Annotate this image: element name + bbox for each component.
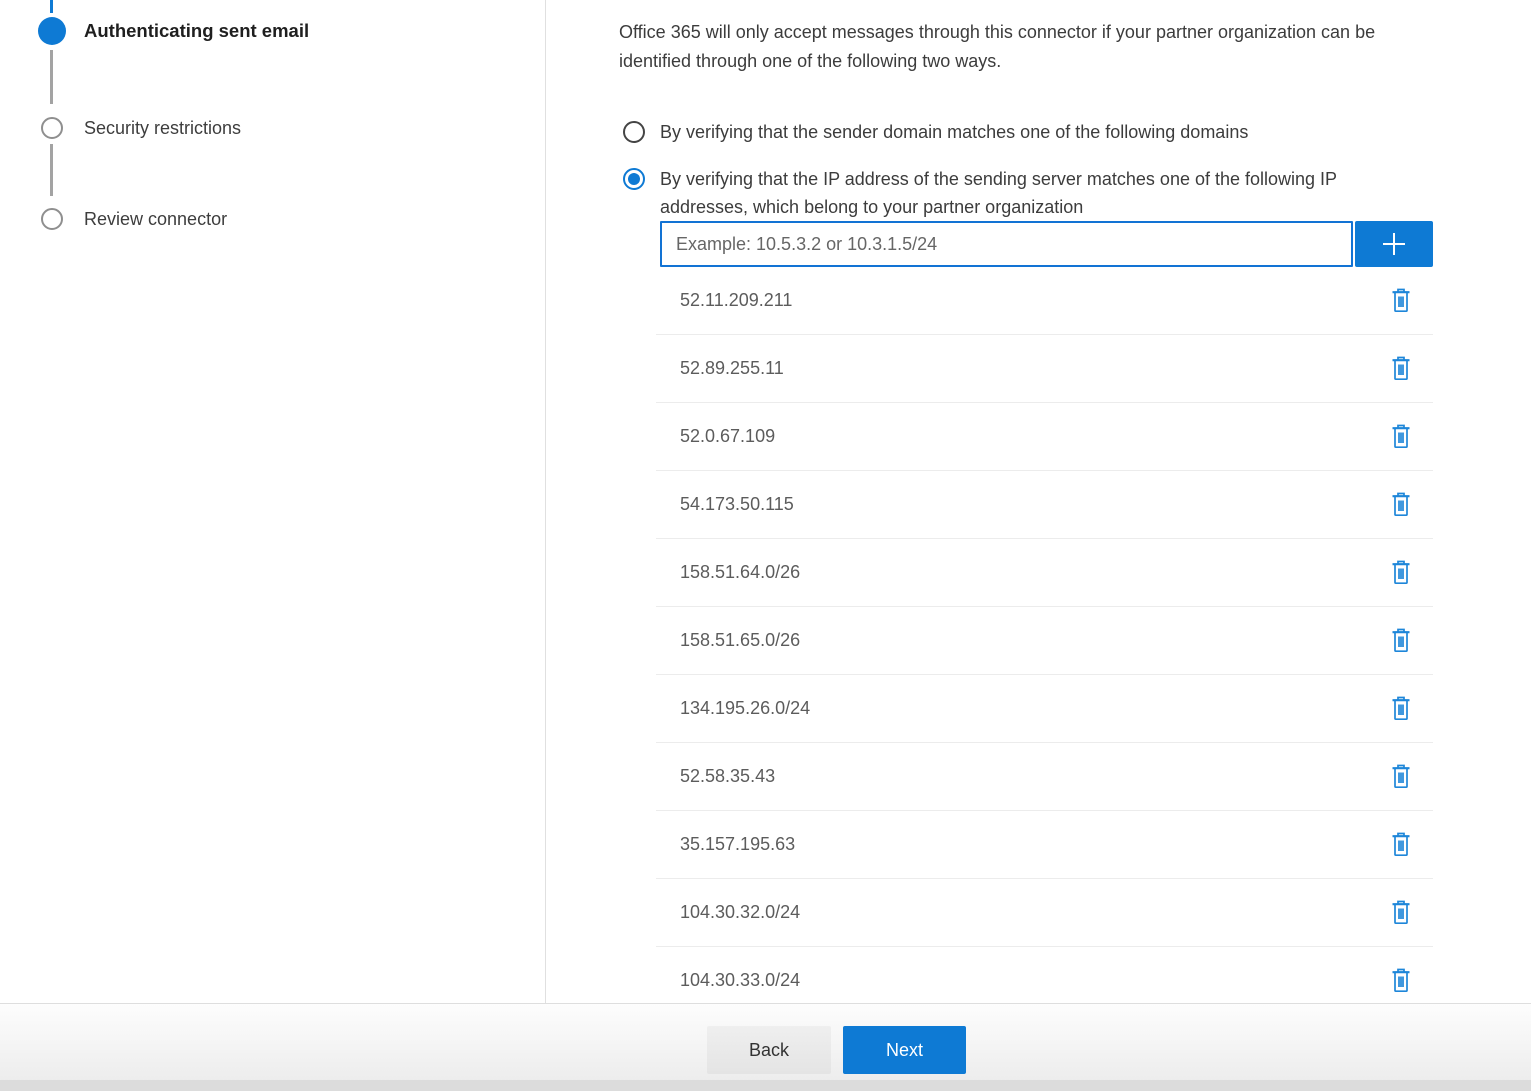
option-label: By verifying that the sender domain matc…: [660, 118, 1248, 146]
trash-icon: [1389, 491, 1413, 518]
ip-list-row: 52.58.35.43: [656, 743, 1433, 811]
ip-list-row: 158.51.65.0/26: [656, 607, 1433, 675]
description-line: Office 365 will only accept messages thr…: [619, 22, 1375, 42]
option-label: By verifying that the IP address of the …: [660, 165, 1337, 221]
delete-ip-button[interactable]: [1387, 898, 1415, 928]
wizard-step-security-restrictions[interactable]: Security restrictions: [41, 114, 241, 142]
delete-ip-button[interactable]: [1387, 966, 1415, 996]
trash-icon: [1389, 967, 1413, 994]
option-ip-address[interactable]: By verifying that the IP address of the …: [623, 165, 1337, 221]
trash-icon: [1389, 627, 1413, 654]
trash-icon: [1389, 763, 1413, 790]
delete-ip-button[interactable]: [1387, 354, 1415, 384]
option-sender-domain[interactable]: By verifying that the sender domain matc…: [623, 118, 1248, 146]
trash-icon: [1389, 423, 1413, 450]
ip-value: 134.195.26.0/24: [656, 698, 1387, 719]
trash-icon: [1389, 695, 1413, 722]
stepper-connector-line: [50, 50, 53, 104]
ip-list-row: 104.30.33.0/24: [656, 947, 1433, 1003]
stepper-line-completed: [50, 0, 53, 13]
description-line: identified through one of the following …: [619, 51, 1001, 71]
ip-list-row: 134.195.26.0/24: [656, 675, 1433, 743]
delete-ip-button[interactable]: [1387, 626, 1415, 656]
ip-value: 52.0.67.109: [656, 426, 1387, 447]
ip-list-row: 52.0.67.109: [656, 403, 1433, 471]
trash-icon: [1389, 355, 1413, 382]
back-button[interactable]: Back: [707, 1026, 831, 1074]
step-label: Authenticating sent email: [84, 17, 309, 45]
ip-value: 104.30.33.0/24: [656, 970, 1387, 991]
delete-ip-button[interactable]: [1387, 694, 1415, 724]
wizard-step-authenticating-sent-email[interactable]: Authenticating sent email: [38, 17, 309, 45]
wizard-footer: Back Next: [0, 1003, 1531, 1091]
step-description: Office 365 will only accept messages thr…: [619, 18, 1531, 76]
ip-value: 52.11.209.211: [656, 290, 1387, 311]
ip-value: 158.51.65.0/26: [656, 630, 1387, 651]
step-upcoming-dot-icon: [41, 117, 63, 139]
step-upcoming-dot-icon: [41, 208, 63, 230]
ip-list-row: 52.89.255.11: [656, 335, 1433, 403]
ip-value: 54.173.50.115: [656, 494, 1387, 515]
add-ip-button[interactable]: [1355, 221, 1433, 267]
ip-address-input[interactable]: [660, 221, 1353, 267]
next-button[interactable]: Next: [843, 1026, 966, 1074]
ip-address-list: 52.11.209.211 52.89.255.11: [656, 267, 1433, 1003]
trash-icon: [1389, 559, 1413, 586]
step-label: Review connector: [84, 205, 227, 233]
connector-wizard-page: Authenticating sent email Security restr…: [0, 0, 1531, 1091]
ip-value: 52.58.35.43: [656, 766, 1387, 787]
delete-ip-button[interactable]: [1387, 558, 1415, 588]
ip-value: 158.51.64.0/26: [656, 562, 1387, 583]
step-current-dot-icon: [38, 17, 66, 45]
ip-value: 52.89.255.11: [656, 358, 1387, 379]
stepper-connector-line: [50, 144, 53, 196]
ip-input-row: [660, 221, 1433, 267]
trash-icon: [1389, 899, 1413, 926]
ip-value: 104.30.32.0/24: [656, 902, 1387, 923]
ip-value: 35.157.195.63: [656, 834, 1387, 855]
bottom-strip: [0, 1080, 1531, 1091]
trash-icon: [1389, 287, 1413, 314]
wizard-steps-sidebar: Authenticating sent email Security restr…: [0, 0, 546, 1003]
trash-icon: [1389, 831, 1413, 858]
wizard-step-review-connector[interactable]: Review connector: [41, 205, 227, 233]
radio-selected-icon[interactable]: [623, 168, 645, 190]
delete-ip-button[interactable]: [1387, 762, 1415, 792]
plus-icon: [1379, 229, 1409, 259]
radio-unselected-icon[interactable]: [623, 121, 645, 143]
delete-ip-button[interactable]: [1387, 830, 1415, 860]
delete-ip-button[interactable]: [1387, 490, 1415, 520]
delete-ip-button[interactable]: [1387, 422, 1415, 452]
ip-list-row: 35.157.195.63: [656, 811, 1433, 879]
delete-ip-button[interactable]: [1387, 286, 1415, 316]
ip-list-row: 158.51.64.0/26: [656, 539, 1433, 607]
ip-list-row: 54.173.50.115: [656, 471, 1433, 539]
ip-list-row: 104.30.32.0/24: [656, 879, 1433, 947]
ip-list-row: 52.11.209.211: [656, 267, 1433, 335]
step-label: Security restrictions: [84, 114, 241, 142]
step-content: Office 365 will only accept messages thr…: [619, 0, 1531, 1003]
